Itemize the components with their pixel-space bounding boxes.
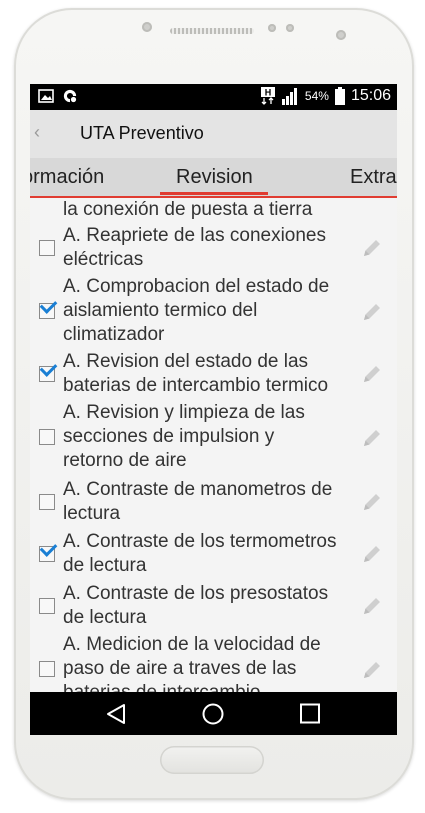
item-label: A. Revision y limpieza de las secciones …	[63, 402, 305, 471]
hardware-home-button[interactable]	[160, 746, 264, 774]
item-label: A. Reapriete de las conexiones eléctrica…	[63, 225, 326, 270]
item-checkbox[interactable]	[39, 429, 55, 445]
tab-bar: ormación Revision Extra	[30, 158, 397, 198]
item-checkbox[interactable]	[39, 546, 55, 562]
battery-icon	[334, 87, 345, 105]
checklist[interactable]: la conexión de puesta a tierra A. Reapri…	[30, 198, 397, 692]
phone-top	[0, 0, 425, 80]
network-h-label: H	[265, 88, 272, 98]
screen: H 54% 15:06 ‹ UTA Preventivo ormación Re…	[30, 84, 397, 735]
tab-extra[interactable]: Extra	[350, 166, 397, 189]
item-label: A. Contraste de los presostatos de lectu…	[63, 583, 329, 628]
item-checkbox[interactable]	[39, 598, 55, 614]
network-h-icon: H	[260, 87, 275, 105]
home-circle-icon[interactable]	[201, 703, 225, 725]
item-label: A. Medicion de la velocidad de paso de a…	[63, 634, 321, 692]
list-item[interactable]: A. Revision y limpieza de las secciones …	[30, 401, 397, 475]
navigation-bar	[30, 692, 397, 735]
pencil-icon[interactable]	[360, 594, 384, 618]
list-item[interactable]: A. Revision del estado de las baterias d…	[30, 350, 397, 400]
pencil-icon[interactable]	[360, 426, 384, 450]
list-item[interactable]: A. Reapriete de las conexiones eléctrica…	[30, 224, 397, 274]
pencil-icon[interactable]	[360, 658, 384, 682]
pencil-icon[interactable]	[360, 362, 384, 386]
pencil-icon[interactable]	[360, 236, 384, 260]
list-item[interactable]: A. Contraste de manometros de lectura	[30, 478, 397, 528]
tab-informacion[interactable]: ormación	[30, 166, 104, 189]
pencil-icon[interactable]	[360, 300, 384, 324]
item-checkbox[interactable]	[39, 661, 55, 677]
image-icon	[38, 89, 54, 103]
signal-icon	[281, 88, 297, 105]
list-item[interactable]: A. Contraste de los presostatos de lectu…	[30, 582, 397, 632]
item-label: A. Comprobacion del estado de aislamient…	[63, 276, 330, 345]
front-sensor-icon	[142, 22, 152, 32]
list-item[interactable]: A. Comprobacion del estado de aislamient…	[30, 275, 397, 349]
list-item[interactable]: A. Medicion de la velocidad de paso de a…	[30, 633, 397, 692]
recents-square-icon[interactable]	[298, 703, 322, 725]
page-title: UTA Preventivo	[80, 123, 204, 143]
pencil-icon[interactable]	[360, 490, 384, 514]
item-checkbox[interactable]	[39, 240, 55, 256]
earpiece-speaker	[170, 28, 254, 34]
sensor-dot-icon	[268, 24, 276, 32]
list-item[interactable]: A. Contraste de los termometros de lectu…	[30, 530, 397, 580]
back-chevron-icon[interactable]: ‹	[34, 122, 40, 143]
item-checkbox[interactable]	[39, 366, 55, 382]
clock: 15:06	[350, 87, 391, 104]
item-checkbox[interactable]	[39, 494, 55, 510]
tab-revision[interactable]: Revision	[176, 166, 253, 189]
notification-icon	[63, 89, 77, 103]
back-triangle-icon[interactable]	[104, 703, 128, 725]
item-checkbox[interactable]	[39, 303, 55, 319]
front-camera-icon	[336, 30, 346, 40]
partial-item-text: la conexión de puesta a tierra	[63, 199, 313, 220]
action-bar: ‹ UTA Preventivo	[30, 110, 397, 158]
item-label: A. Contraste de los termometros de lectu…	[63, 531, 337, 576]
status-bar: H 54% 15:06	[30, 84, 397, 110]
item-label: A. Revision del estado de las baterias d…	[63, 351, 329, 396]
item-label: A. Contraste de manometros de lectura	[63, 479, 333, 524]
battery-percent: 54%	[304, 89, 329, 103]
active-tab-indicator	[160, 192, 268, 195]
pencil-icon[interactable]	[360, 542, 384, 566]
sensor-dot-icon	[286, 24, 294, 32]
